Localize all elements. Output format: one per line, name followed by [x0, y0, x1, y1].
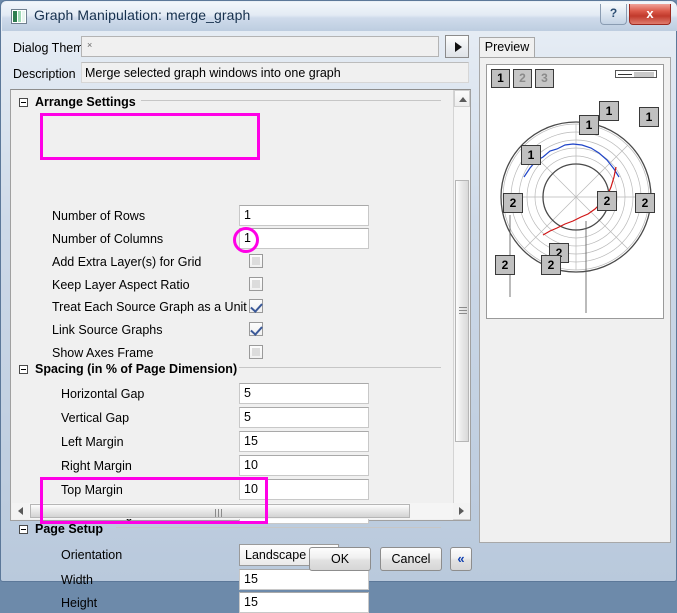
- preview-panel: 1 2 3 1 1 1 1 2 2 2 2 2 2: [479, 57, 671, 543]
- preview-layer-tab-1[interactable]: 1: [491, 69, 510, 88]
- row-label-horizontal-gap: Horizontal Gap: [61, 387, 144, 401]
- preview-layer-tab-2[interactable]: 2: [513, 69, 532, 88]
- section-header-spacing[interactable]: Spacing (in % of Page Dimension): [19, 362, 237, 376]
- checkbox-keep-layer-aspect-ratio[interactable]: [249, 277, 263, 291]
- row-label-height: Height: [61, 596, 97, 610]
- preview-layer-tab-3[interactable]: 3: [535, 69, 554, 88]
- scroll-up-arrow-icon[interactable]: [454, 90, 470, 107]
- help-button[interactable]: ?: [600, 4, 627, 25]
- scroll-grip-icon: [215, 509, 225, 517]
- preview-tabstrip: Preview: [479, 37, 539, 57]
- dialog-theme-label: Dialog Theme: [13, 41, 91, 55]
- preview-badge[interactable]: 2: [635, 193, 655, 213]
- dialog-theme-value: ×: [87, 40, 92, 50]
- section-header-page-setup[interactable]: Page Setup: [19, 522, 103, 536]
- preview-canvas[interactable]: 1 2 3 1 1 1 1 2 2 2 2 2 2: [486, 64, 664, 319]
- input-vertical-gap[interactable]: 5: [239, 407, 369, 428]
- collapse-panel-button[interactable]: «: [450, 547, 472, 571]
- section-title-page-setup: Page Setup: [35, 522, 103, 536]
- input-top-margin[interactable]: 10: [239, 479, 369, 500]
- row-label-add-extra-layers: Add Extra Layer(s) for Grid: [52, 255, 201, 269]
- row-label-show-axes-frame: Show Axes Frame: [52, 346, 153, 360]
- checkbox-show-axes-frame[interactable]: [249, 345, 263, 359]
- row-label-number-of-rows: Number of Rows: [52, 209, 145, 223]
- preview-badge[interactable]: 1: [521, 145, 541, 165]
- preview-badge[interactable]: 1: [599, 101, 619, 121]
- scroll-right-arrow-icon[interactable]: [453, 503, 470, 519]
- section-header-arrange[interactable]: Arrange Settings: [19, 95, 136, 109]
- preview-badge[interactable]: 1: [579, 115, 599, 135]
- row-label-vertical-gap: Vertical Gap: [61, 411, 129, 425]
- tab-preview[interactable]: Preview: [479, 37, 535, 58]
- input-horizontal-gap[interactable]: 5: [239, 383, 369, 404]
- title-bar: Graph Manipulation: merge_graph ? x: [2, 2, 677, 31]
- row-label-link-source-graphs: Link Source Graphs: [52, 323, 162, 337]
- row-label-keep-layer-aspect-ratio: Keep Layer Aspect Ratio: [52, 278, 190, 292]
- input-height[interactable]: 15: [239, 592, 369, 613]
- preview-badge[interactable]: 2: [495, 255, 515, 275]
- dialog-window: Graph Manipulation: merge_graph ? x Dial…: [0, 0, 677, 582]
- row-label-top-margin: Top Margin: [61, 483, 123, 497]
- window-title: Graph Manipulation: merge_graph: [34, 7, 250, 23]
- graph-window-icon: [11, 9, 27, 24]
- collapse-minus-icon[interactable]: [19, 525, 28, 534]
- description-input[interactable]: Merge selected graph windows into one gr…: [81, 62, 469, 83]
- checkbox-link-source-graphs[interactable]: [249, 322, 263, 336]
- row-label-number-of-columns: Number of Columns: [52, 232, 163, 246]
- dialog-theme-input[interactable]: ×: [81, 36, 439, 57]
- input-left-margin[interactable]: 15: [239, 431, 369, 452]
- input-number-of-rows[interactable]: 1: [239, 205, 369, 226]
- close-button[interactable]: x: [629, 4, 671, 25]
- preview-badge[interactable]: 2: [597, 191, 617, 211]
- preview-badge[interactable]: 1: [639, 107, 659, 127]
- preview-badge[interactable]: 2: [503, 193, 523, 213]
- row-label-treat-each-source-graph: Treat Each Source Graph as a Unit: [52, 300, 247, 314]
- section-rule: [141, 100, 441, 101]
- preview-badge[interactable]: 2: [541, 255, 561, 275]
- checkbox-treat-each-source-graph[interactable]: [249, 299, 263, 313]
- ok-button[interactable]: OK: [309, 547, 371, 571]
- row-label-width: Width: [61, 573, 93, 587]
- section-title-arrange: Arrange Settings: [35, 95, 136, 109]
- input-right-margin[interactable]: 10: [239, 455, 369, 476]
- settings-panel: Arrange Settings Number of Rows 1 Number…: [10, 89, 471, 521]
- scroll-left-arrow-icon[interactable]: [12, 503, 29, 519]
- settings-horizontal-scrollbar[interactable]: [12, 503, 470, 519]
- row-label-orientation: Orientation: [61, 548, 122, 562]
- row-label-left-margin: Left Margin: [61, 435, 124, 449]
- cancel-button[interactable]: Cancel: [380, 547, 442, 571]
- settings-vertical-scrollbar[interactable]: [453, 90, 470, 520]
- section-rule: [116, 527, 441, 528]
- row-label-right-margin: Right Margin: [61, 459, 132, 473]
- collapse-minus-icon[interactable]: [19, 365, 28, 374]
- preview-legend: [615, 70, 657, 78]
- input-width[interactable]: 15: [239, 569, 369, 590]
- section-title-spacing: Spacing (in % of Page Dimension): [35, 362, 237, 376]
- preview-graph-image: [487, 65, 664, 319]
- select-orientation-value: Landscape: [245, 548, 306, 562]
- checkbox-add-extra-layers[interactable]: [249, 254, 263, 268]
- section-rule: [239, 367, 441, 368]
- horizontal-scroll-thumb[interactable]: [30, 504, 410, 518]
- collapse-minus-icon[interactable]: [19, 98, 28, 107]
- scroll-grip-icon: [459, 307, 467, 315]
- description-label: Description: [13, 67, 76, 81]
- input-number-of-columns[interactable]: 1: [239, 228, 369, 249]
- vertical-scroll-thumb[interactable]: [455, 180, 469, 442]
- play-triangle-icon[interactable]: [445, 35, 469, 58]
